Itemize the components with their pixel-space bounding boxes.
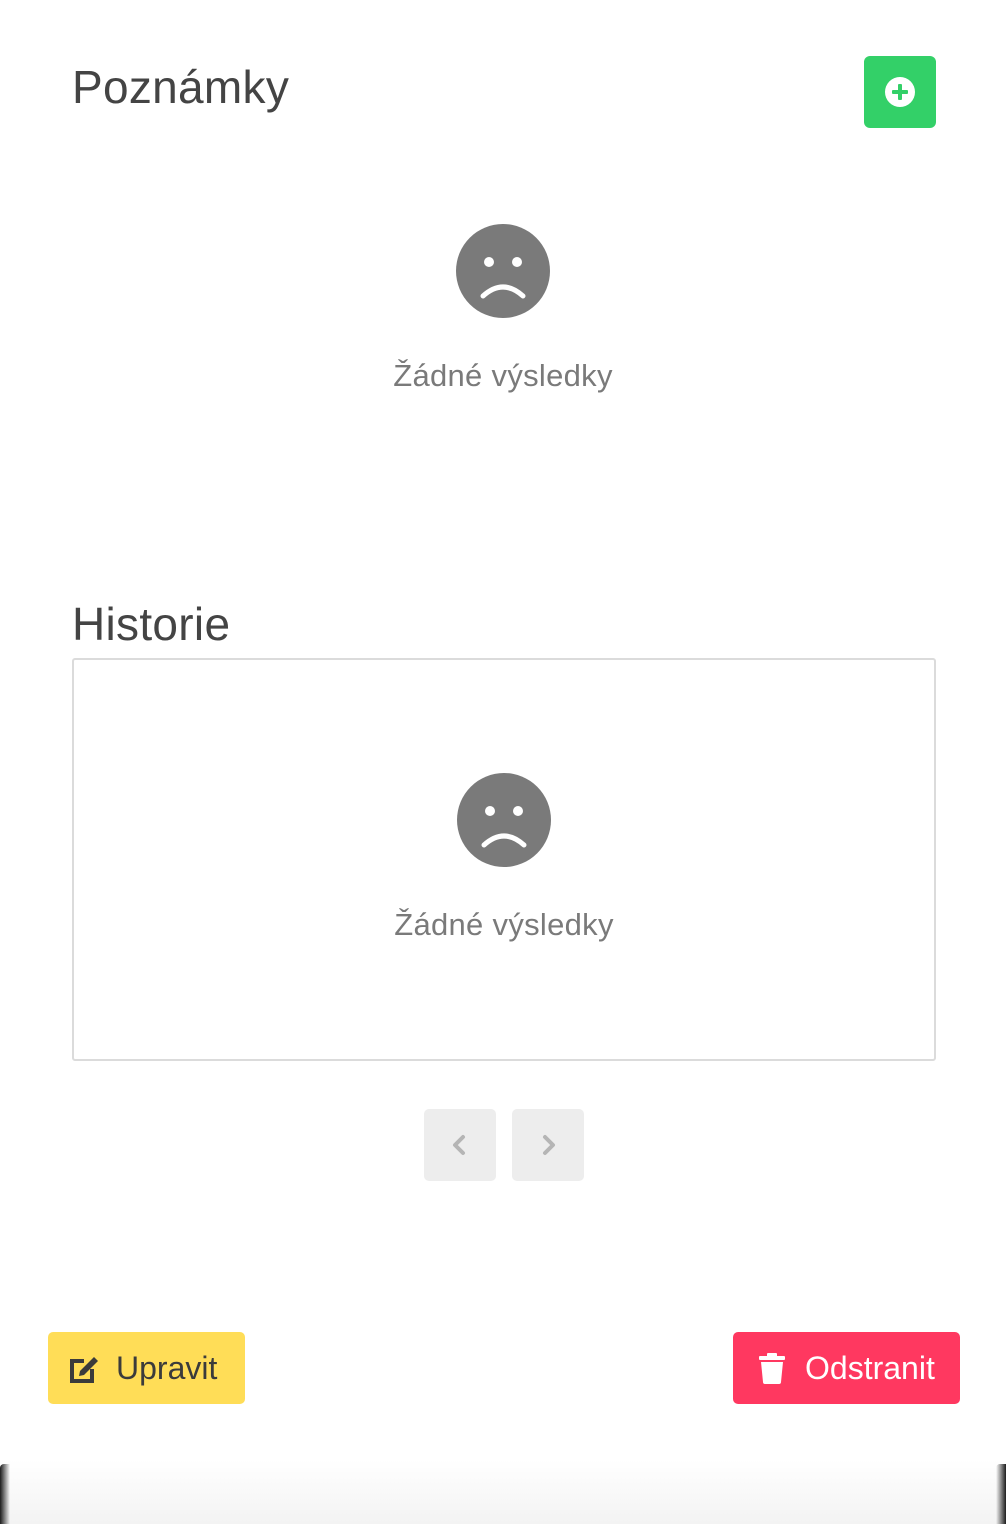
notes-title: Poznámky	[72, 61, 290, 113]
window-corner-right	[996, 1464, 1006, 1524]
notes-history-panel: Poznámky Žádné výsledky Historie Žádné v…	[0, 0, 1006, 1524]
history-empty-state: Žádné výsledky	[74, 773, 934, 943]
notes-empty-text: Žádné výsledky	[393, 358, 613, 393]
window-corner-left	[0, 1464, 10, 1524]
pagination-prev-button[interactable]	[424, 1109, 496, 1181]
pagination-next-button[interactable]	[512, 1109, 584, 1181]
edit-icon	[70, 1357, 98, 1383]
edit-button[interactable]: Upravit	[48, 1332, 245, 1404]
plus-circle-icon	[885, 77, 915, 107]
history-title: Historie	[72, 598, 231, 650]
history-list: Žádné výsledky	[72, 658, 936, 1061]
trash-icon	[759, 1353, 785, 1384]
delete-button-label: Odstranit	[805, 1349, 935, 1386]
bottom-shadow	[0, 1460, 1006, 1524]
add-note-button[interactable]	[864, 56, 936, 128]
sad-face-icon	[457, 773, 551, 867]
sad-face-icon	[456, 224, 550, 318]
history-empty-text: Žádné výsledky	[394, 907, 614, 942]
chevron-right-icon	[543, 1135, 555, 1155]
chevron-left-icon	[453, 1135, 465, 1155]
edit-button-label: Upravit	[116, 1349, 218, 1386]
delete-button[interactable]: Odstranit	[733, 1332, 960, 1404]
notes-empty-state: Žádné výsledky	[0, 224, 1006, 394]
